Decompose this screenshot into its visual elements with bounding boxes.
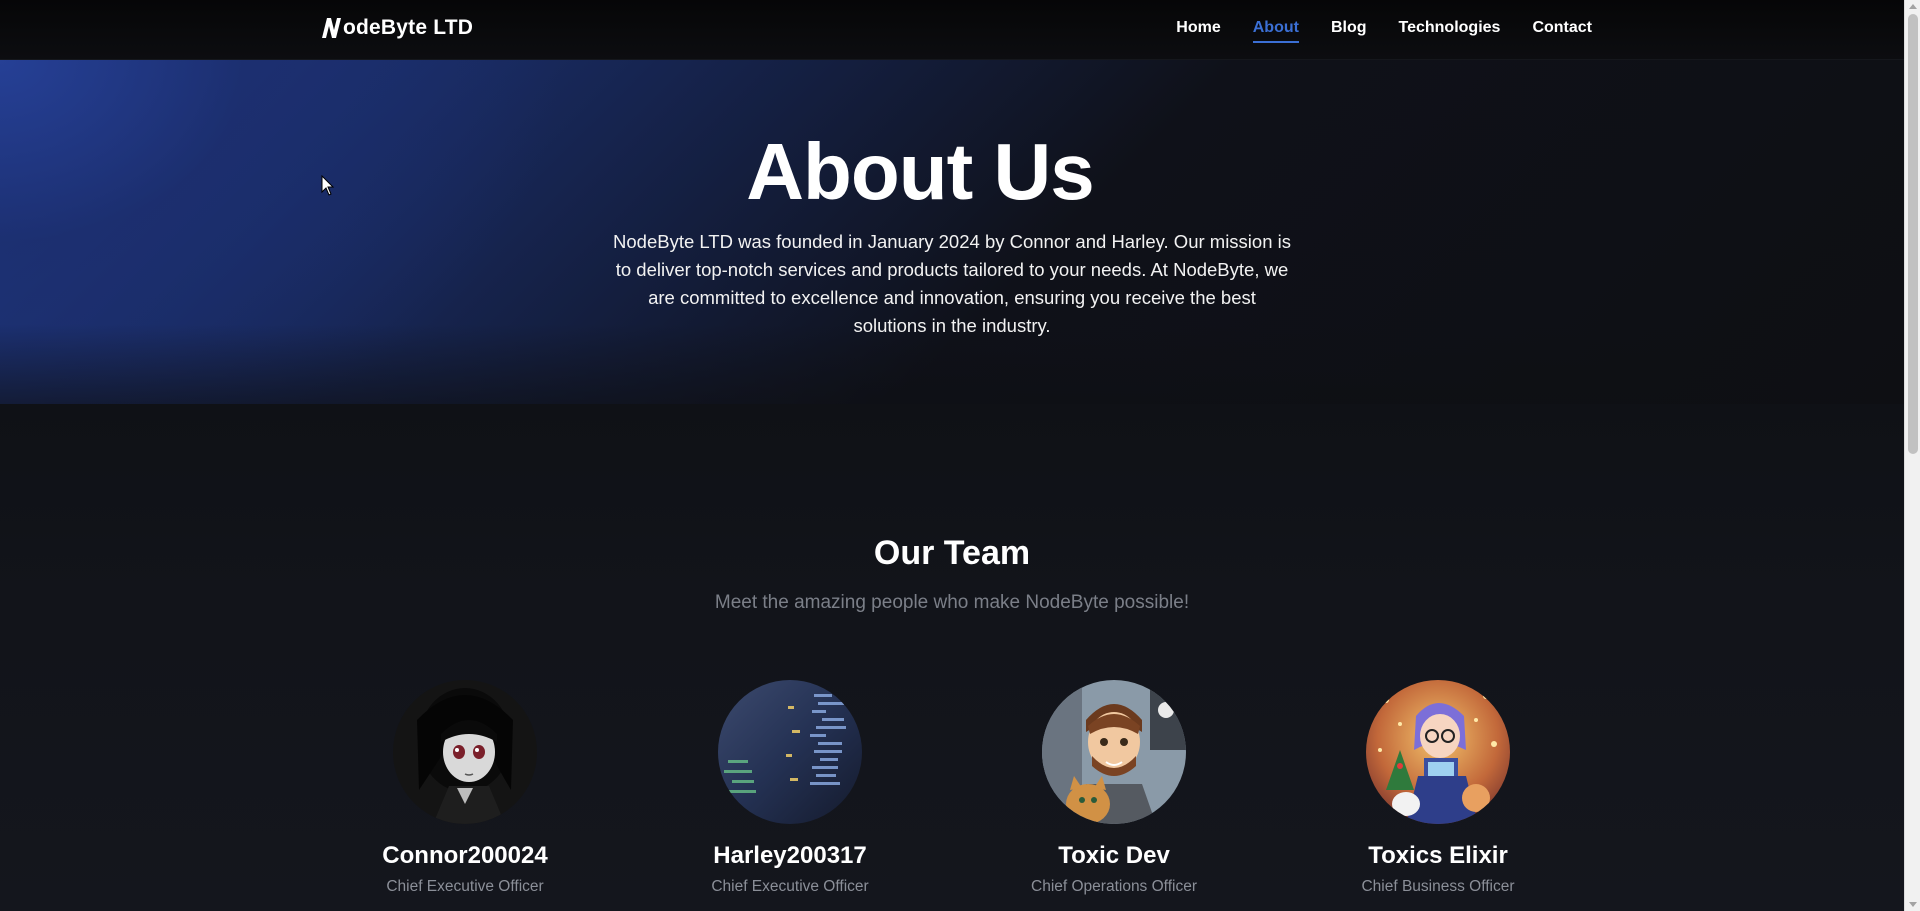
member-role: Chief Executive Officer <box>711 878 869 895</box>
hero-description: NodeByte LTD was founded in January 2024… <box>613 231 1291 336</box>
scroll-thumb[interactable] <box>1908 14 1918 454</box>
team-member-card: Toxic Dev Chief Operations Officer <box>984 680 1244 896</box>
nav-link-blog[interactable]: Blog <box>1331 19 1367 43</box>
cartoon-woman-festive-avatar <box>1366 680 1510 824</box>
anime-girl-avatar <box>393 680 537 824</box>
cartoon-man-with-cat-avatar <box>1042 680 1186 824</box>
team-member-card: Connor200024 Chief Executive Officer <box>335 680 595 896</box>
member-name: Toxics Elixir <box>1368 842 1508 869</box>
page-title: About Us <box>746 127 1095 216</box>
team-member-card: Toxics Elixir Chief Business Officer <box>1308 680 1568 896</box>
page-scrollbar[interactable] <box>1904 0 1920 911</box>
brand-mark-icon <box>320 16 342 40</box>
scroll-up-icon[interactable] <box>1909 4 1917 9</box>
member-role: Chief Executive Officer <box>386 878 544 895</box>
nav-link-technologies[interactable]: Technologies <box>1399 19 1501 43</box>
about-hero: About Us NodeByte LTD was founded in Jan… <box>0 60 1904 404</box>
scroll-down-icon[interactable] <box>1909 902 1917 907</box>
mouse-cursor-icon <box>321 175 335 196</box>
code-screen-avatar <box>718 680 862 824</box>
nav-link-about[interactable]: About <box>1252 19 1299 43</box>
member-name: Toxic Dev <box>1058 842 1170 869</box>
team-subtitle: Meet the amazing people who make NodeByt… <box>714 592 1190 613</box>
member-name: Connor200024 <box>382 842 548 869</box>
member-role: Chief Operations Officer <box>1031 878 1197 895</box>
brand-name: odeByte LTD <box>343 16 474 39</box>
member-role: Chief Business Officer <box>1361 878 1515 895</box>
member-name: Harley200317 <box>713 842 867 869</box>
nav-link-contact[interactable]: Contact <box>1532 19 1592 43</box>
nav-link-home[interactable]: Home <box>1176 19 1220 43</box>
team-member-card: Harley200317 Chief Executive Officer <box>660 680 920 896</box>
nav-links: Home About Blog Technologies Contact <box>1176 19 1592 43</box>
brand-logo[interactable]: odeByte LTD <box>320 16 473 40</box>
team-title: Our Team <box>873 534 1031 572</box>
team-section: Our Team Meet the amazing people who mak… <box>0 404 1904 911</box>
top-navbar: odeByte LTD Home About Blog Technologies… <box>0 0 1904 60</box>
